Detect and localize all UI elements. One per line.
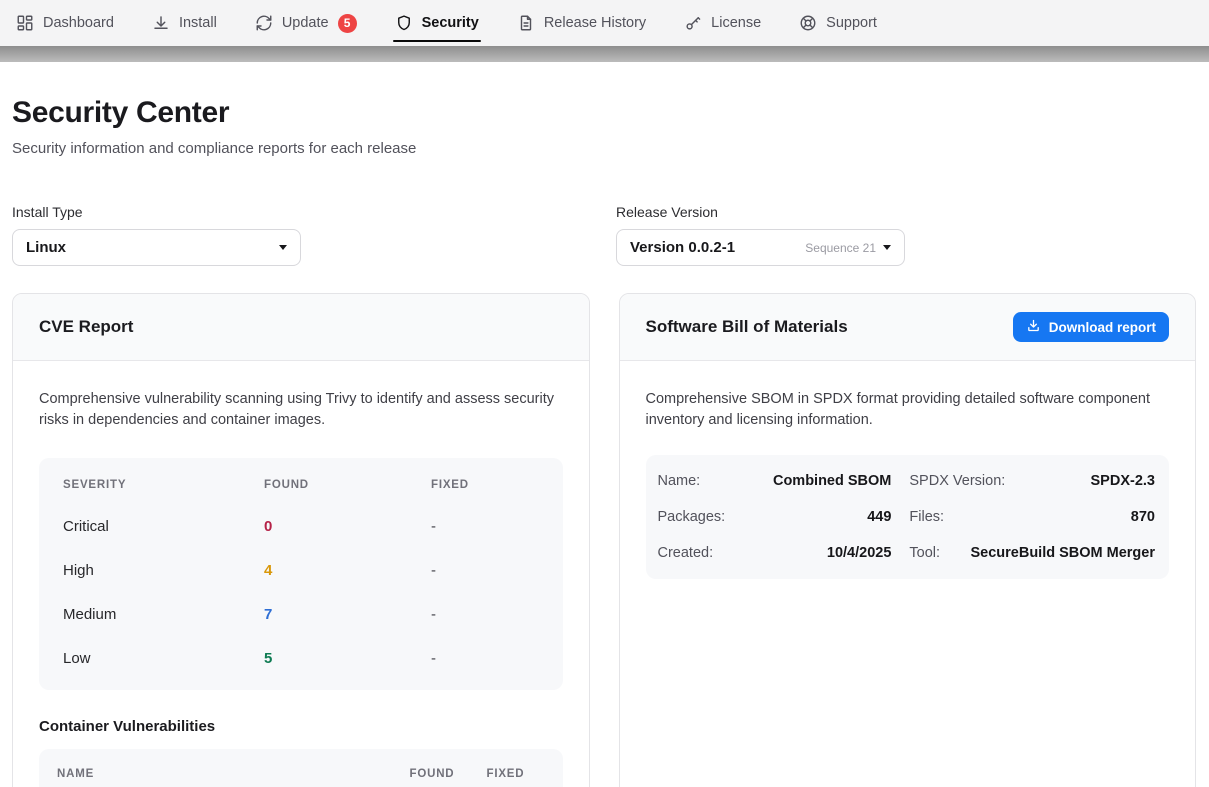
detail-value: 10/4/2025 xyxy=(827,545,892,561)
cve-card-body: Comprehensive vulnerability scanning usi… xyxy=(13,361,589,787)
fixed-column-header: FIXED xyxy=(431,479,539,491)
dashboard-grid-icon xyxy=(16,14,34,32)
chevron-down-icon xyxy=(883,245,891,250)
table-row: High 4 - xyxy=(63,548,539,592)
severity-fixed-count: - xyxy=(431,562,539,579)
severity-found-count: 5 xyxy=(264,650,431,667)
nav-tab-license[interactable]: License xyxy=(684,0,761,46)
sbom-card-title: Software Bill of Materials xyxy=(646,317,848,337)
nav-tab-security[interactable]: Security xyxy=(395,0,479,46)
download-report-button[interactable]: Download report xyxy=(1013,312,1169,342)
sbom-card: Software Bill of Materials Download repo… xyxy=(619,293,1197,787)
severity-column-header: SEVERITY xyxy=(63,479,264,491)
detail-label: Created: xyxy=(658,545,714,561)
shield-icon xyxy=(395,14,413,32)
list-item: Tool: SecureBuild SBOM Merger xyxy=(909,535,1155,571)
nav-tab-release-history[interactable]: Release History xyxy=(517,0,646,46)
table-row: Low 5 - xyxy=(63,636,539,680)
severity-found-count: 0 xyxy=(264,518,431,535)
nav-tab-dashboard[interactable]: Dashboard xyxy=(16,0,114,46)
detail-value: 870 xyxy=(1131,509,1155,525)
install-type-field: Install Type Linux xyxy=(12,204,301,266)
detail-label: Packages: xyxy=(658,509,726,525)
detail-value: SPDX-2.3 xyxy=(1091,473,1155,489)
release-version-field: Release Version Version 0.0.2-1 Sequence… xyxy=(616,204,905,266)
release-version-value: Version 0.0.2-1 xyxy=(630,239,805,256)
nav-tab-label: License xyxy=(711,15,761,31)
detail-label: Name: xyxy=(658,473,701,489)
sbom-card-header: Software Bill of Materials Download repo… xyxy=(620,294,1196,361)
container-vulnerabilities-title: Container Vulnerabilities xyxy=(39,718,563,735)
release-version-select[interactable]: Version 0.0.2-1 Sequence 21 xyxy=(616,229,905,266)
fixed-column-header: FIXED xyxy=(487,768,545,780)
list-item: Packages: 449 xyxy=(658,499,892,535)
nav-tab-label: Install xyxy=(179,15,217,31)
sbom-details-grid: Name: Combined SBOM SPDX Version: SPDX-2… xyxy=(646,455,1170,579)
sbom-description: Comprehensive SBOM in SPDX format provid… xyxy=(646,389,1170,431)
detail-label: Files: xyxy=(909,509,944,525)
install-type-value: Linux xyxy=(26,239,279,256)
detail-label: SPDX Version: xyxy=(909,473,1005,489)
filters-row: Install Type Linux Release Version Versi… xyxy=(12,204,1196,266)
severity-found-count: 7 xyxy=(264,606,431,623)
severity-name: Critical xyxy=(63,518,264,535)
page-subtitle: Security information and compliance repo… xyxy=(12,140,1196,157)
download-icon xyxy=(152,14,170,32)
nav-tab-label: Dashboard xyxy=(43,15,114,31)
chevron-down-icon xyxy=(279,245,287,250)
list-item: SPDX Version: SPDX-2.3 xyxy=(909,463,1155,499)
severity-fixed-count: - xyxy=(431,518,539,535)
lifebuoy-icon xyxy=(799,14,817,32)
severity-fixed-count: - xyxy=(431,606,539,623)
severity-name: Low xyxy=(63,650,264,667)
nav-tab-install[interactable]: Install xyxy=(152,0,217,46)
download-icon xyxy=(1026,318,1041,336)
table-row: Medium 7 - xyxy=(63,592,539,636)
sbom-card-body: Comprehensive SBOM in SPDX format provid… xyxy=(620,361,1196,607)
detail-value: 449 xyxy=(867,509,891,525)
severity-name: High xyxy=(63,562,264,579)
key-icon xyxy=(684,14,702,32)
install-type-label: Install Type xyxy=(12,204,301,220)
update-count-badge: 5 xyxy=(338,14,357,33)
severity-name: Medium xyxy=(63,606,264,623)
severity-table: SEVERITY FOUND FIXED Critical 0 - High 4 xyxy=(39,458,563,690)
nav-tab-label: Support xyxy=(826,15,877,31)
header-divider-band xyxy=(0,46,1209,62)
severity-table-header: SEVERITY FOUND FIXED xyxy=(63,466,539,504)
detail-value: Combined SBOM xyxy=(773,473,891,489)
nav-tab-label: Release History xyxy=(544,15,646,31)
download-report-label: Download report xyxy=(1049,320,1156,335)
severity-fixed-count: - xyxy=(431,650,539,667)
cve-description: Comprehensive vulnerability scanning usi… xyxy=(39,389,563,431)
detail-label: Tool: xyxy=(909,545,940,561)
cve-report-card: CVE Report Comprehensive vulnerability s… xyxy=(12,293,590,787)
main-content: Security Center Security information and… xyxy=(0,96,1209,787)
release-sequence-text: Sequence 21 xyxy=(805,241,876,255)
table-row: Critical 0 - xyxy=(63,504,539,548)
container-vulnerabilities-table-header: NAME FOUND FIXED xyxy=(39,749,563,787)
report-cards-row: CVE Report Comprehensive vulnerability s… xyxy=(12,293,1196,787)
nav-tab-label: Update xyxy=(282,15,329,31)
severity-found-count: 4 xyxy=(264,562,431,579)
cve-card-header: CVE Report xyxy=(13,294,589,361)
list-item: Created: 10/4/2025 xyxy=(658,535,892,571)
list-item: Files: 870 xyxy=(909,499,1155,535)
top-navigation: Dashboard Install Update 5 Security xyxy=(0,0,1209,46)
security-center-screen: Dashboard Install Update 5 Security xyxy=(0,0,1209,787)
document-icon xyxy=(517,14,535,32)
found-column-header: FOUND xyxy=(264,479,431,491)
release-version-label: Release Version xyxy=(616,204,905,220)
nav-tab-update[interactable]: Update 5 xyxy=(255,0,357,46)
name-column-header: NAME xyxy=(57,768,410,780)
cve-card-title: CVE Report xyxy=(39,317,133,337)
found-column-header: FOUND xyxy=(410,768,487,780)
detail-value: SecureBuild SBOM Merger xyxy=(970,545,1155,561)
refresh-icon xyxy=(255,14,273,32)
install-type-select[interactable]: Linux xyxy=(12,229,301,266)
nav-tab-label: Security xyxy=(422,15,479,31)
nav-tab-support[interactable]: Support xyxy=(799,0,877,46)
list-item: Name: Combined SBOM xyxy=(658,463,892,499)
page-title: Security Center xyxy=(12,96,1196,130)
